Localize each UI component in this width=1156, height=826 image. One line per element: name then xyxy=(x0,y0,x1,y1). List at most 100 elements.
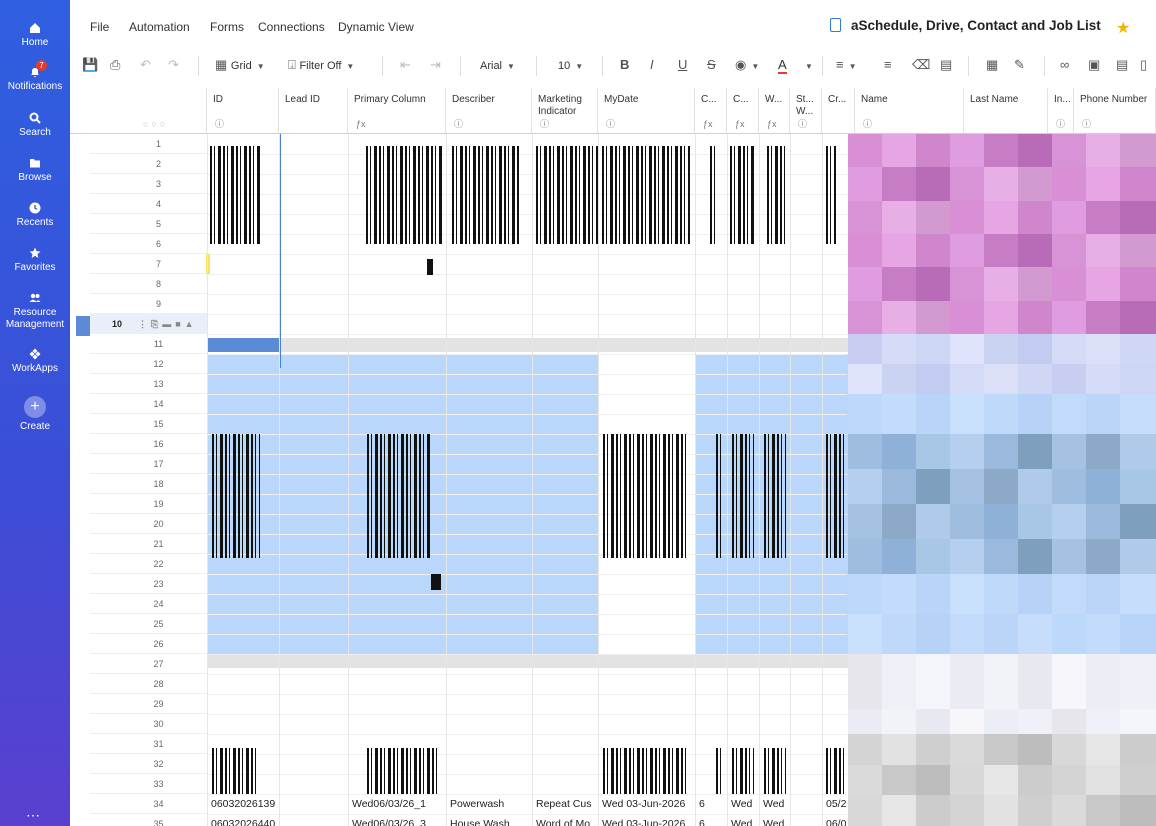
text-color-caret[interactable]: ▼ xyxy=(800,56,813,74)
row-number[interactable]: 34 xyxy=(90,794,207,814)
row-number[interactable]: 24 xyxy=(90,594,207,614)
row-number[interactable]: 22 xyxy=(90,554,207,574)
row-number[interactable]: 27 xyxy=(90,654,207,674)
column-header[interactable]: W... ƒx xyxy=(759,88,790,134)
align-button[interactable]: ≡ ▼ xyxy=(836,56,857,74)
row-number[interactable]: 21 xyxy=(90,534,207,554)
row-number[interactable]: 20 xyxy=(90,514,207,534)
column-header[interactable]: Name ⓘ xyxy=(855,88,964,134)
view-grid-dropdown[interactable]: ▦ Grid ▼ xyxy=(215,56,265,74)
table-cell[interactable]: 06032026139 xyxy=(211,794,277,814)
table-cell[interactable]: Powerwash xyxy=(450,794,530,814)
bold-button[interactable]: B xyxy=(620,56,629,74)
column-header[interactable]: Marketing Indicator ⓘ xyxy=(532,88,598,134)
save-icon[interactable]: 💾 xyxy=(82,56,98,74)
strikethrough-button[interactable]: S xyxy=(707,56,716,74)
wrap-text-icon[interactable]: ≡ xyxy=(884,56,892,74)
format-painter-icon[interactable]: ▤ xyxy=(940,56,952,74)
fill-color-button[interactable]: ◉ ▼ xyxy=(735,56,759,74)
table-cell[interactable]: Wed06/03/26_3 xyxy=(352,814,444,826)
redo-icon[interactable]: ↷ xyxy=(168,56,179,74)
text-color-button[interactable]: A xyxy=(778,56,787,74)
row-number[interactable]: 35 xyxy=(90,814,207,826)
row-number[interactable]: 16 xyxy=(90,434,207,454)
table-cell[interactable]: Repeat Cus xyxy=(536,794,596,814)
row-action-icons[interactable]: ⋮⎘▬■▲ xyxy=(138,314,198,334)
outdent-icon[interactable]: ⇤ xyxy=(400,56,411,74)
row-number[interactable]: 13 xyxy=(90,374,207,394)
font-family-dropdown[interactable]: Arial ▼ xyxy=(480,56,515,74)
filter-dropdown[interactable]: ⍗ Filter Off ▼ xyxy=(288,56,354,74)
nav-home[interactable]: Home xyxy=(0,22,70,48)
row-number[interactable]: 9 xyxy=(90,294,207,314)
row-number[interactable]: 2 xyxy=(90,154,207,174)
row-number[interactable]: 8 xyxy=(90,274,207,294)
row-number[interactable]: 28 xyxy=(90,674,207,694)
column-header[interactable]: Describer ⓘ xyxy=(446,88,532,134)
table-cell[interactable]: Wed06/03/26_1 xyxy=(352,794,444,814)
row-number[interactable]: 14 xyxy=(90,394,207,414)
row-number[interactable]: 7 xyxy=(90,254,207,274)
row-number[interactable]: 18 xyxy=(90,474,207,494)
row-number[interactable]: 15 xyxy=(90,414,207,434)
menu-forms[interactable]: Forms xyxy=(210,20,244,34)
app-launcher-icon[interactable]: ⋯ xyxy=(26,807,40,824)
nav-favorites[interactable]: Favorites xyxy=(0,247,70,273)
nav-workapps[interactable]: WorkApps xyxy=(0,348,70,374)
table-cell[interactable]: 6 xyxy=(699,814,725,826)
row-number[interactable]: 1 xyxy=(90,134,207,154)
favorite-star-icon[interactable]: ★ xyxy=(1116,18,1130,38)
print-icon[interactable]: ⎙ xyxy=(110,56,120,74)
table-cell[interactable]: House Wash xyxy=(450,814,530,826)
nav-browse[interactable]: Browse xyxy=(0,157,70,183)
table-cell[interactable]: Wed 03-Jun-2026 xyxy=(602,814,693,826)
table-cell[interactable]: Wed xyxy=(731,814,757,826)
row-number[interactable]: 33 xyxy=(90,774,207,794)
table-cell[interactable]: Wed xyxy=(731,794,757,814)
table-cell[interactable]: 6 xyxy=(699,794,725,814)
nav-resource-management[interactable]: Resource Management xyxy=(0,292,70,331)
row-number[interactable]: 31 xyxy=(90,734,207,754)
table-icon[interactable]: ▦ xyxy=(986,56,998,74)
column-header[interactable]: In... ⓘ xyxy=(1048,88,1074,134)
row-number[interactable]: 5 xyxy=(90,214,207,234)
row-number[interactable]: 29 xyxy=(90,694,207,714)
row-number[interactable]: 17 xyxy=(90,454,207,474)
column-header[interactable]: ID ⓘ xyxy=(207,88,279,134)
menu-connections[interactable]: Connections xyxy=(258,20,325,34)
row-number[interactable]: 12 xyxy=(90,354,207,374)
column-header[interactable]: Cr... xyxy=(822,88,855,134)
more-icon[interactable]: ▯ xyxy=(1140,56,1147,74)
column-header[interactable]: Last Name xyxy=(964,88,1048,134)
font-size-dropdown[interactable]: 10 ▼ xyxy=(558,56,583,74)
row-number[interactable]: 11 xyxy=(90,334,207,354)
nav-notifications[interactable]: 7 Notifications xyxy=(0,60,70,92)
undo-icon[interactable]: ↶ xyxy=(140,56,151,74)
row-number[interactable]: 25 xyxy=(90,614,207,634)
nav-recents[interactable]: Recents xyxy=(0,202,70,228)
column-header[interactable]: St... W... ⓘ xyxy=(790,88,822,134)
highlight-icon[interactable]: ✎ xyxy=(1014,56,1025,74)
row-number[interactable]: 6 xyxy=(90,234,207,254)
row-number[interactable]: 19 xyxy=(90,494,207,514)
table-cell[interactable]: Word of Mo xyxy=(536,814,596,826)
row-number[interactable]: 4 xyxy=(90,194,207,214)
table-cell[interactable]: Wed xyxy=(763,794,788,814)
nav-create[interactable]: + Create xyxy=(0,396,70,432)
italic-button[interactable]: I xyxy=(650,56,654,74)
clear-format-icon[interactable]: ⌫ xyxy=(912,56,930,74)
column-header[interactable]: C... ƒx xyxy=(727,88,759,134)
column-header[interactable]: Primary Column ƒx xyxy=(348,88,446,134)
column-header[interactable]: C... ƒx xyxy=(695,88,727,134)
insert-row-icon[interactable]: ▤ xyxy=(1116,56,1128,74)
column-header[interactable]: MyDate ⓘ xyxy=(598,88,695,134)
image-icon[interactable]: ▣ xyxy=(1088,56,1100,74)
row-number[interactable]: 10 ⋮⎘▬■▲ xyxy=(90,314,207,334)
column-header[interactable]: Lead ID xyxy=(279,88,348,134)
row-number[interactable]: 3 xyxy=(90,174,207,194)
row-number[interactable]: 30 xyxy=(90,714,207,734)
menu-dynamic-view[interactable]: Dynamic View xyxy=(338,20,414,34)
table-cell[interactable]: Wed 03-Jun-2026 xyxy=(602,794,693,814)
row-number[interactable]: 23 xyxy=(90,574,207,594)
nav-search[interactable]: Search xyxy=(0,112,70,138)
